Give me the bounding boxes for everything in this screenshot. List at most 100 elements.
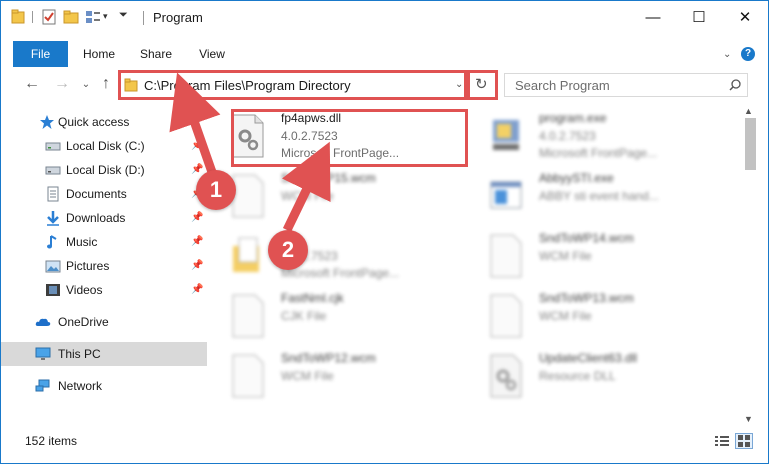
music-icon — [47, 235, 57, 249]
file-item-sndtowp12[interactable]: SndToWP12.wcm WCM File — [211, 348, 461, 404]
exe-icon — [493, 120, 519, 150]
help-icon[interactable]: ? — [741, 47, 755, 61]
maximize-button[interactable]: ☐ — [676, 1, 722, 33]
folder-icon — [11, 9, 25, 24]
sidebar-item-label: Local Disk (D:) — [66, 163, 145, 177]
expand-ribbon-icon[interactable]: ⌄ — [723, 49, 731, 60]
sidebar-item-network[interactable]: Network — [1, 374, 207, 398]
sidebar-item-music[interactable]: Music 📌 — [1, 230, 207, 254]
monitor-icon — [35, 347, 51, 360]
pin-icon[interactable]: 📌 — [191, 140, 203, 151]
title-bar: ▾ ⏷ Program — ☐ ✕ — [1, 1, 768, 33]
forward-arrow-icon[interactable]: → — [53, 75, 71, 93]
pin-icon[interactable]: 📌 — [191, 164, 203, 175]
file-item-program-exe[interactable]: program.exe 4.0.2.7523 Microsoft FrontPa… — [469, 108, 719, 164]
sidebar-item-videos[interactable]: Videos 📌 — [1, 278, 207, 302]
step-badge-1: 1 — [196, 170, 236, 210]
file-description: Microsoft FrontPage... — [539, 146, 658, 160]
file-name: SndToWP13.wcm — [539, 291, 634, 305]
separator — [32, 11, 33, 23]
folder-doc-icon — [233, 237, 259, 272]
scrollbar-thumb[interactable] — [745, 118, 756, 170]
file-item-frontpage[interactable]: 4.0.2.7523 Microsoft FrontPage... — [211, 228, 461, 284]
properties-icon[interactable] — [41, 9, 57, 25]
pin-icon[interactable]: 📌 — [191, 236, 203, 247]
file-type: CJK File — [281, 309, 327, 323]
blank-file-icon — [490, 294, 522, 338]
step-badge-2: 2 — [268, 230, 308, 270]
explorer-window: ▾ ⏷ Program — ☐ ✕ File Home Share View ⌄… — [0, 0, 769, 464]
videos-icon — [46, 284, 60, 296]
tab-share[interactable]: Share — [135, 41, 177, 67]
file-name: SndToWP15.wcm — [281, 171, 376, 185]
sidebar-item-label: Documents — [66, 187, 127, 201]
star-icon — [40, 115, 54, 129]
drive-icon — [45, 166, 61, 175]
file-item-updateclient63[interactable]: UpdateClient63.dll Resource DLL — [469, 348, 719, 404]
file-version: 4.0.2.7523 — [539, 129, 596, 143]
sidebar-item-label: Pictures — [66, 259, 110, 273]
qa-dropdown-icon[interactable]: ▾ — [103, 11, 108, 22]
pin-icon[interactable]: 📌 — [191, 260, 203, 271]
qa-customize-icon[interactable]: ⏷ — [119, 9, 128, 22]
recent-dropdown-icon[interactable]: ⌄ — [77, 75, 95, 93]
address-highlight — [118, 70, 467, 100]
tiles-view-icon[interactable] — [735, 433, 753, 449]
sidebar-item-documents[interactable]: Documents 📌 — [1, 182, 207, 206]
navigation-pane: Quick access Local Disk (C:) 📌 Local Dis… — [1, 106, 207, 421]
file-description: Microsoft FrontPage... — [281, 266, 400, 280]
scroll-up-icon[interactable]: ▲ — [744, 106, 753, 116]
file-item-fastnml[interactable]: FastNml.cjk CJK File — [211, 288, 461, 344]
sidebar-item-pictures[interactable]: Pictures 📌 — [1, 254, 207, 278]
file-name: FastNml.cjk — [281, 291, 344, 305]
file-type: WCM File — [281, 369, 334, 383]
sidebar-item-local-disk-c[interactable]: Local Disk (C:) 📌 — [1, 134, 207, 158]
sidebar-item-label: Network — [58, 379, 103, 393]
downloads-icon — [47, 211, 59, 226]
minimize-button[interactable]: — — [630, 1, 676, 33]
pin-icon[interactable]: 📌 — [191, 284, 203, 295]
details-view-icon[interactable] — [713, 433, 731, 449]
scroll-down-icon[interactable]: ▼ — [744, 414, 753, 424]
file-name: AbbyySTI.exe — [539, 171, 614, 185]
window-icon — [490, 181, 522, 209]
file-name: SndToWP12.wcm — [281, 351, 376, 365]
up-arrow-icon[interactable]: ↑ — [97, 75, 115, 93]
item-count: 152 items — [25, 434, 78, 448]
network-icon — [35, 379, 50, 392]
drive-icon — [45, 142, 61, 151]
sidebar-item-label: Videos — [66, 283, 103, 297]
file-item-abbyysti[interactable]: AbbyySTI.exe ABBY sti event hand... — [469, 168, 719, 224]
documents-icon — [47, 186, 59, 202]
tab-home[interactable]: Home — [77, 41, 121, 67]
file-description: ABBY sti event hand... — [539, 189, 659, 203]
close-button[interactable]: ✕ — [722, 1, 768, 33]
back-arrow-icon[interactable]: ← — [23, 75, 41, 93]
file-name: program.exe — [539, 111, 607, 125]
search-input[interactable]: Search Program — [504, 73, 748, 97]
file-item-sndtowp13[interactable]: SndToWP13.wcm WCM File — [469, 288, 719, 344]
file-item-sndtowp15[interactable]: SndToWP15.wcm WCM File — [211, 168, 461, 224]
status-bar: 152 items — [1, 431, 768, 453]
sidebar-item-quick-access[interactable]: Quick access — [1, 110, 207, 134]
refresh-highlight — [467, 70, 498, 100]
file-item-sndtowp14[interactable]: SndToWP14.wcm WCM File — [469, 228, 719, 284]
customize-icon[interactable] — [85, 9, 101, 25]
blank-file-icon — [232, 354, 264, 398]
new-folder-icon[interactable] — [63, 9, 79, 25]
vertical-scrollbar[interactable]: ▲ ▼ — [742, 106, 759, 426]
sidebar-item-label: Local Disk (C:) — [66, 139, 145, 153]
sidebar-item-label: Quick access — [58, 115, 130, 129]
sidebar-item-label: Downloads — [66, 211, 126, 225]
sidebar-item-label: Music — [66, 235, 98, 249]
sidebar-item-this-pc[interactable]: This PC — [1, 342, 207, 366]
search-icon[interactable] — [729, 79, 741, 91]
tab-file[interactable]: File — [13, 41, 68, 67]
sidebar-item-local-disk-d[interactable]: Local Disk (D:) 📌 — [1, 158, 207, 182]
sidebar-item-onedrive[interactable]: OneDrive — [1, 310, 207, 334]
tab-view[interactable]: View — [193, 41, 231, 67]
sidebar-item-downloads[interactable]: Downloads 📌 — [1, 206, 207, 230]
pin-icon[interactable]: 📌 — [191, 212, 203, 223]
sidebar-item-label: OneDrive — [58, 315, 109, 329]
window-title: Program — [153, 10, 203, 25]
